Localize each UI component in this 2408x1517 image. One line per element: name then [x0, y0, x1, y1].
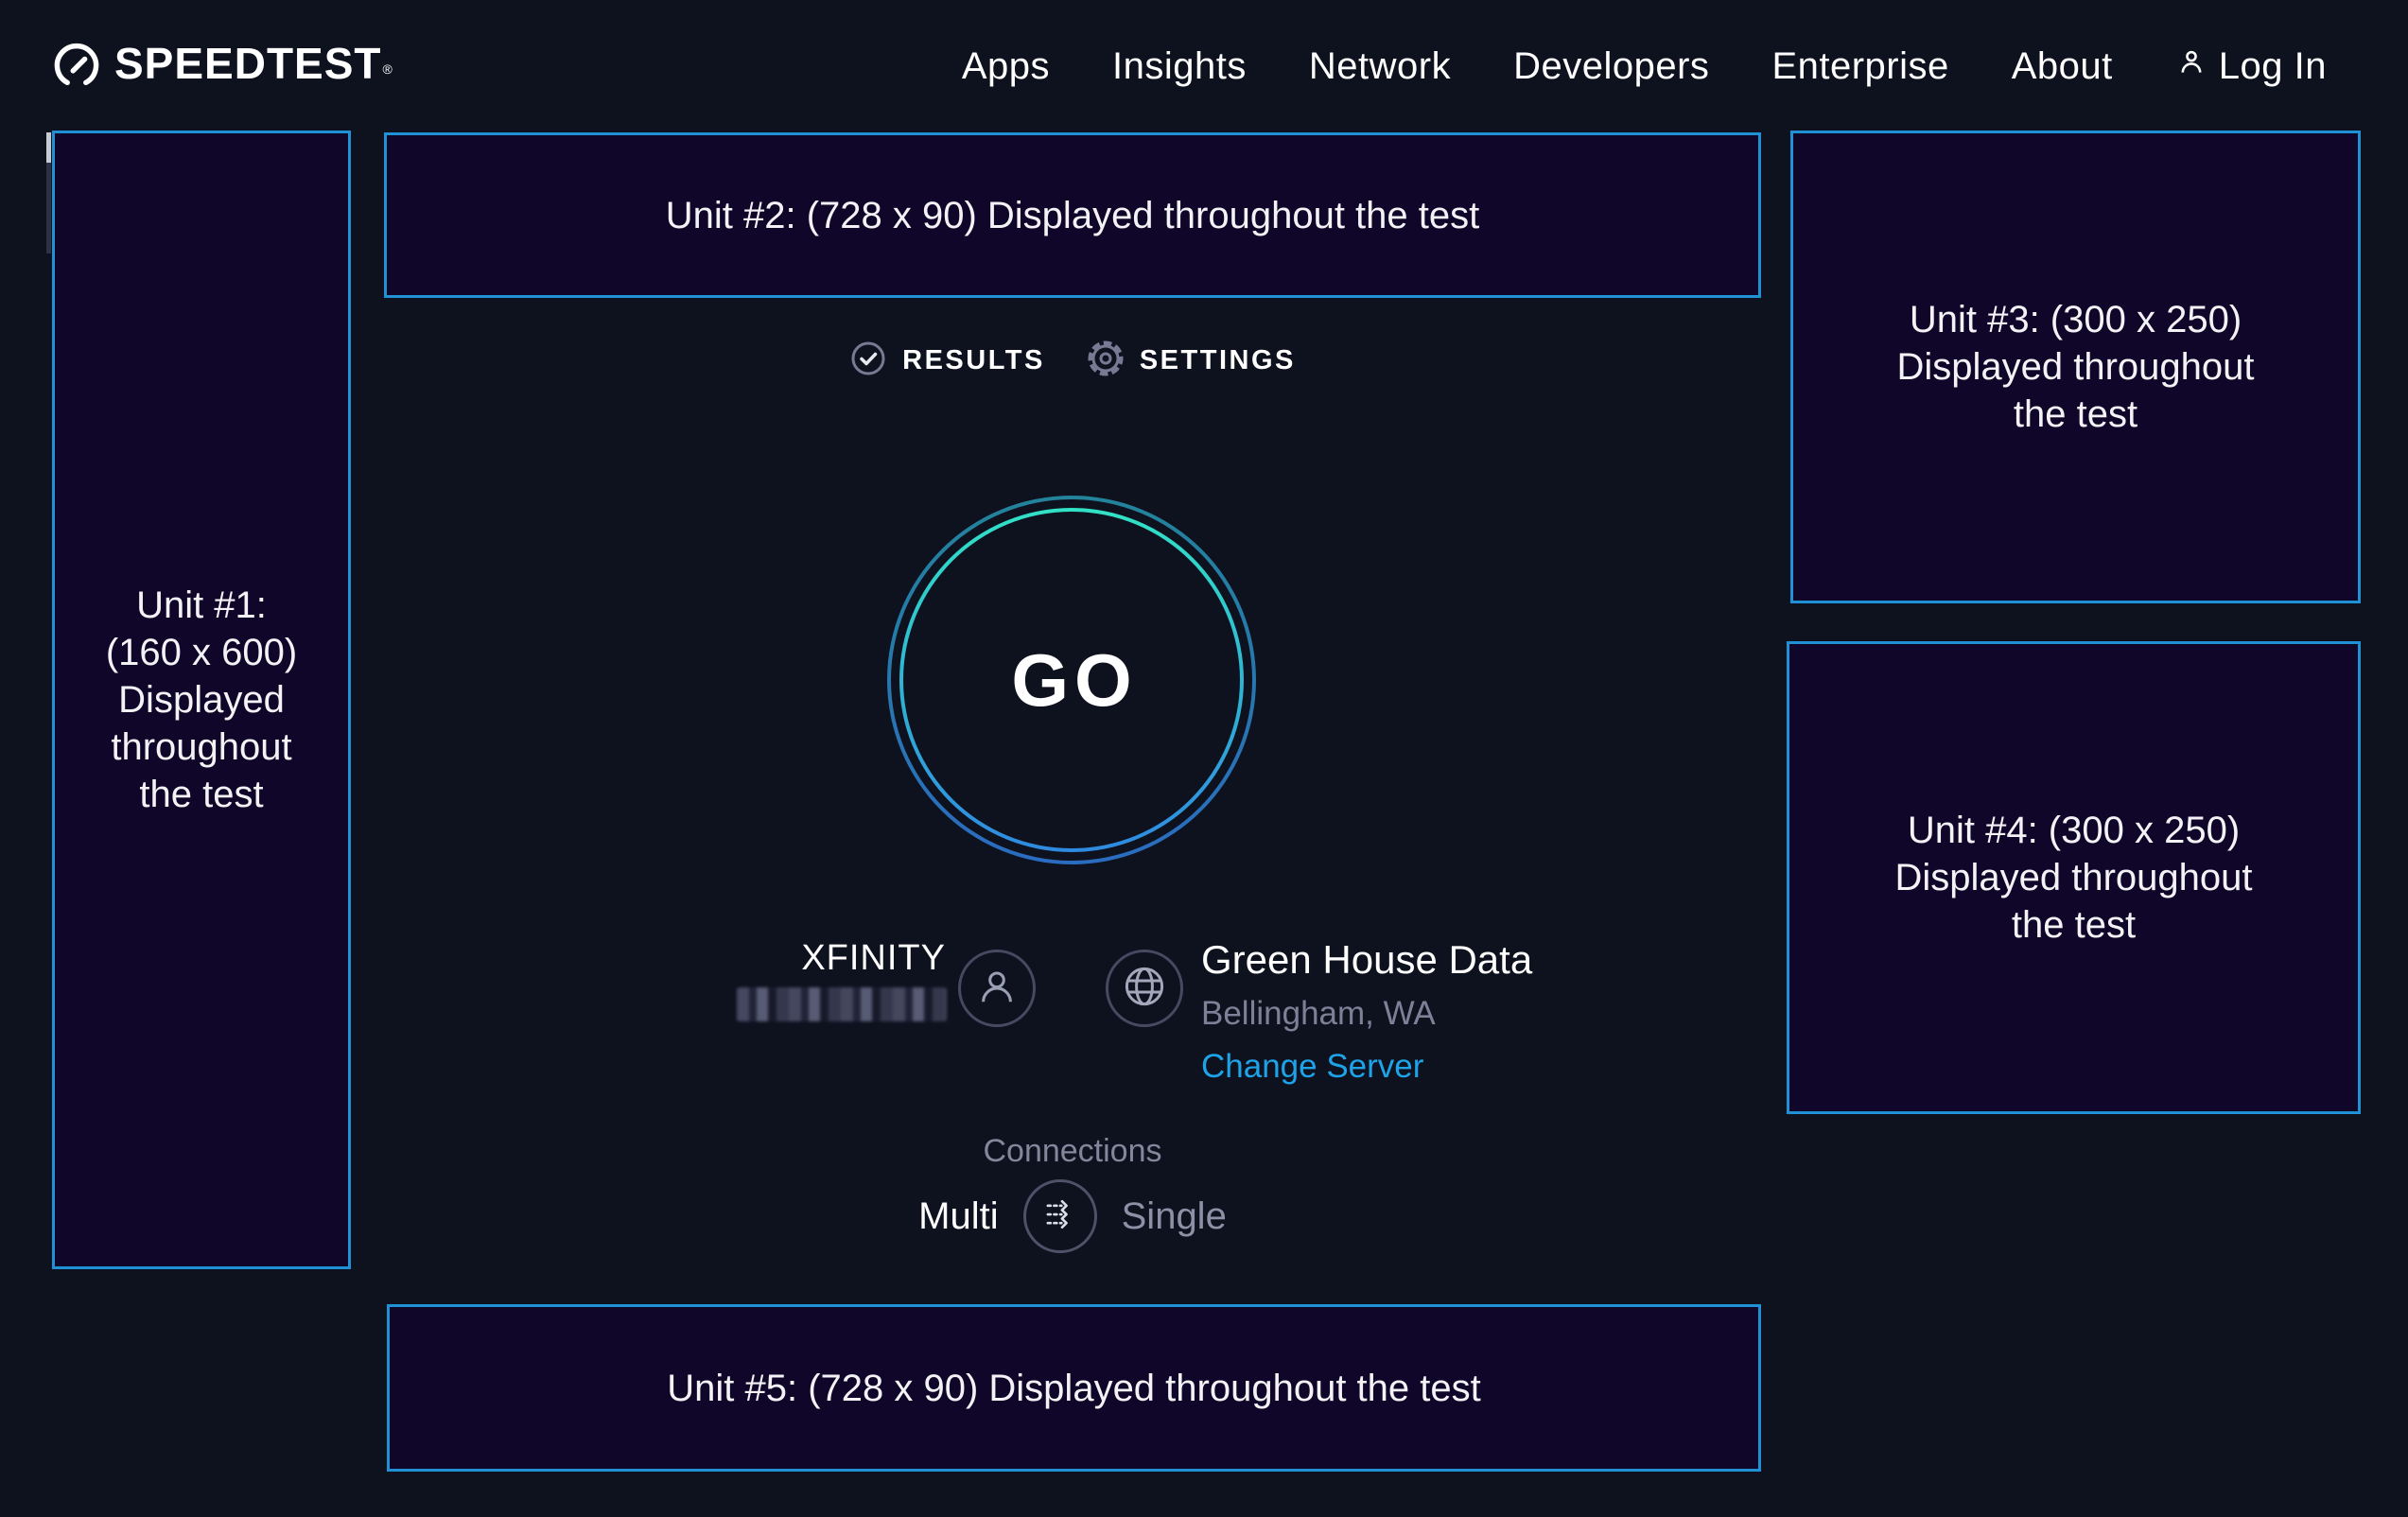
login-label: Log In [2219, 45, 2327, 88]
check-circle-icon [849, 340, 887, 382]
top-nav: SPEEDTEST® Apps Insights Network Develop… [0, 0, 2408, 132]
server-name: Green House Data [1201, 936, 1532, 984]
ip-address-redacted [737, 987, 947, 1021]
ad-scrollbar-artifact [46, 132, 51, 253]
person-icon [2175, 45, 2207, 88]
nav-item-about[interactable]: About [2012, 45, 2113, 88]
gear-icon [1087, 340, 1125, 382]
logo-wordmark: SPEEDTEST [114, 39, 382, 88]
server-info: Green House Data Bellingham, WA Change S… [1201, 936, 1532, 1088]
ad-unit-5-text: Unit #5: (728 x 90) Displayed throughout… [667, 1365, 1481, 1412]
connections-single-option[interactable]: Single [1122, 1195, 1227, 1238]
nav-menu: Apps Insights Network Developers Enterpr… [962, 45, 2327, 88]
tab-settings-label: SETTINGS [1140, 345, 1296, 376]
server-location: Bellingham, WA [1201, 993, 1532, 1035]
nav-item-enterprise[interactable]: Enterprise [1771, 45, 1948, 88]
person-icon [975, 965, 1019, 1013]
trademark-symbol: ® [383, 61, 393, 77]
go-button-label: GO [1005, 637, 1137, 724]
ad-unit-3-text: Unit #3: (300 x 250) Displayed throughou… [1896, 296, 2254, 438]
ad-unit-2-leaderboard: Unit #2: (728 x 90) Displayed throughout… [384, 132, 1761, 298]
ad-unit-4-rectangle: Unit #4: (300 x 250) Displayed throughou… [1787, 641, 2361, 1114]
isp-name: XFINITY [662, 938, 946, 979]
connections-label: Connections [384, 1133, 1761, 1170]
change-server-link[interactable]: Change Server [1201, 1046, 1423, 1088]
login-button[interactable]: Log In [2175, 45, 2327, 88]
multi-arrows-icon [1040, 1194, 1080, 1239]
server-badge [1106, 950, 1183, 1027]
nav-item-developers[interactable]: Developers [1513, 45, 1709, 88]
nav-item-network[interactable]: Network [1309, 45, 1451, 88]
speedtest-page: SPEEDTEST® Apps Insights Network Develop… [0, 0, 2408, 1517]
tab-settings[interactable]: SETTINGS [1087, 340, 1296, 382]
ad-unit-1-text: Unit #1: (160 x 600) Displayed throughou… [106, 582, 297, 818]
speedtest-logo[interactable]: SPEEDTEST® [52, 38, 392, 96]
speedometer-gauge-icon [52, 38, 101, 96]
tab-results-label: RESULTS [902, 345, 1045, 376]
connections-multi-option[interactable]: Multi [918, 1195, 998, 1238]
ad-unit-5-leaderboard: Unit #5: (728 x 90) Displayed throughout… [387, 1304, 1761, 1472]
ad-scrollbar-thumb [46, 132, 51, 163]
ad-unit-3-rectangle: Unit #3: (300 x 250) Displayed throughou… [1790, 131, 2361, 603]
ad-unit-4-text: Unit #4: (300 x 250) Displayed throughou… [1894, 807, 2252, 949]
connections-toggle-row: Multi Single [384, 1178, 1761, 1254]
ad-unit-2-text: Unit #2: (728 x 90) Displayed throughout… [666, 192, 1480, 239]
ad-unit-1-skyscraper: Unit #1: (160 x 600) Displayed throughou… [52, 131, 351, 1269]
globe-icon [1122, 964, 1167, 1014]
go-button[interactable]: GO [887, 496, 1256, 864]
results-settings-tabs: RESULTS SETTINGS [384, 337, 1761, 384]
nav-item-insights[interactable]: Insights [1112, 45, 1247, 88]
nav-item-apps[interactable]: Apps [962, 45, 1050, 88]
tab-results[interactable]: RESULTS [849, 340, 1045, 382]
connections-toggle[interactable] [1023, 1179, 1097, 1253]
go-button-inner-ring: GO [899, 508, 1244, 852]
isp-badge [958, 950, 1036, 1027]
